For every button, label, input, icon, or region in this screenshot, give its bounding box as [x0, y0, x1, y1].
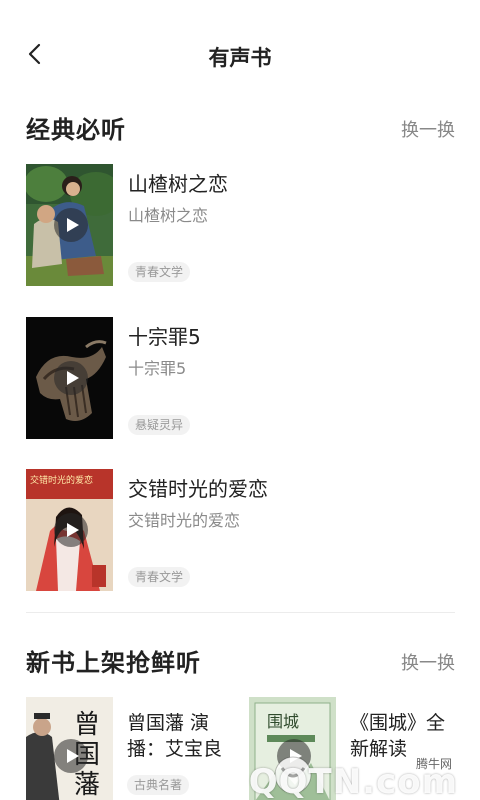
play-button[interactable] — [54, 361, 88, 395]
watermark-big-text: QQTN.com — [248, 762, 458, 800]
book-subtitle: 交错时光的爱恋 — [128, 511, 241, 530]
play-button[interactable] — [54, 739, 88, 773]
play-icon — [67, 218, 79, 232]
section-header-classics: 经典必听 换一换 — [26, 110, 455, 144]
book-subtitle: 山楂树之恋 — [128, 206, 209, 225]
book-cover: 交错时光的爱恋 — [26, 469, 113, 591]
watermark: 腾牛网 QQTN.com — [249, 748, 462, 800]
genre-tag: 青春文学 — [128, 567, 191, 587]
genre-tag: 悬疑灵异 — [128, 415, 191, 435]
refresh-button[interactable]: 换一换 — [401, 116, 455, 142]
book-title: 曾国藩 演播：艾宝良 — [127, 712, 223, 760]
section-title: 新书上架抢鲜听 — [26, 649, 201, 677]
cover-title-text: 围城 — [267, 712, 299, 731]
refresh-button[interactable]: 换一换 — [401, 649, 455, 675]
section-title: 经典必听 — [26, 116, 126, 144]
cover-title-text: 曾 — [74, 710, 100, 740]
book-cover — [26, 164, 113, 286]
play-button[interactable] — [54, 513, 88, 547]
play-icon — [67, 523, 79, 537]
page-title: 有声书 — [208, 46, 272, 70]
book-item[interactable]: 交错时光的爱恋 交错时光的爱恋 交错时光的爱恋 青春文学 — [26, 469, 455, 591]
book-item[interactable]: 山楂树之恋 山楂树之恋 青春文学 — [26, 164, 455, 286]
book-cover: 曾 国 藩 — [26, 697, 113, 800]
section-divider — [26, 612, 455, 613]
play-icon — [67, 371, 79, 385]
book-title: 十宗罪5 — [128, 325, 201, 349]
play-button[interactable] — [54, 208, 88, 242]
genre-tag: 古典名著 — [127, 775, 190, 795]
book-subtitle: 十宗罪5 — [128, 359, 187, 378]
book-item[interactable]: 曾 国 藩 曾国藩 演播：艾宝良 古典名著 — [26, 697, 236, 800]
book-cover — [26, 317, 113, 439]
section-header-new-books: 新书上架抢鲜听 换一换 — [26, 643, 455, 677]
cover-title-text: 藩 — [74, 770, 100, 800]
top-bar: 有声书 — [0, 0, 480, 110]
cover-title-text: 交错时光的爱恋 — [30, 474, 93, 486]
play-icon — [67, 749, 79, 763]
book-item[interactable]: 十宗罪5 十宗罪5 悬疑灵异 — [26, 317, 455, 439]
book-title: 山楂树之恋 — [128, 172, 228, 196]
book-title: 交错时光的爱恋 — [128, 477, 268, 501]
genre-tag: 青春文学 — [128, 262, 191, 282]
